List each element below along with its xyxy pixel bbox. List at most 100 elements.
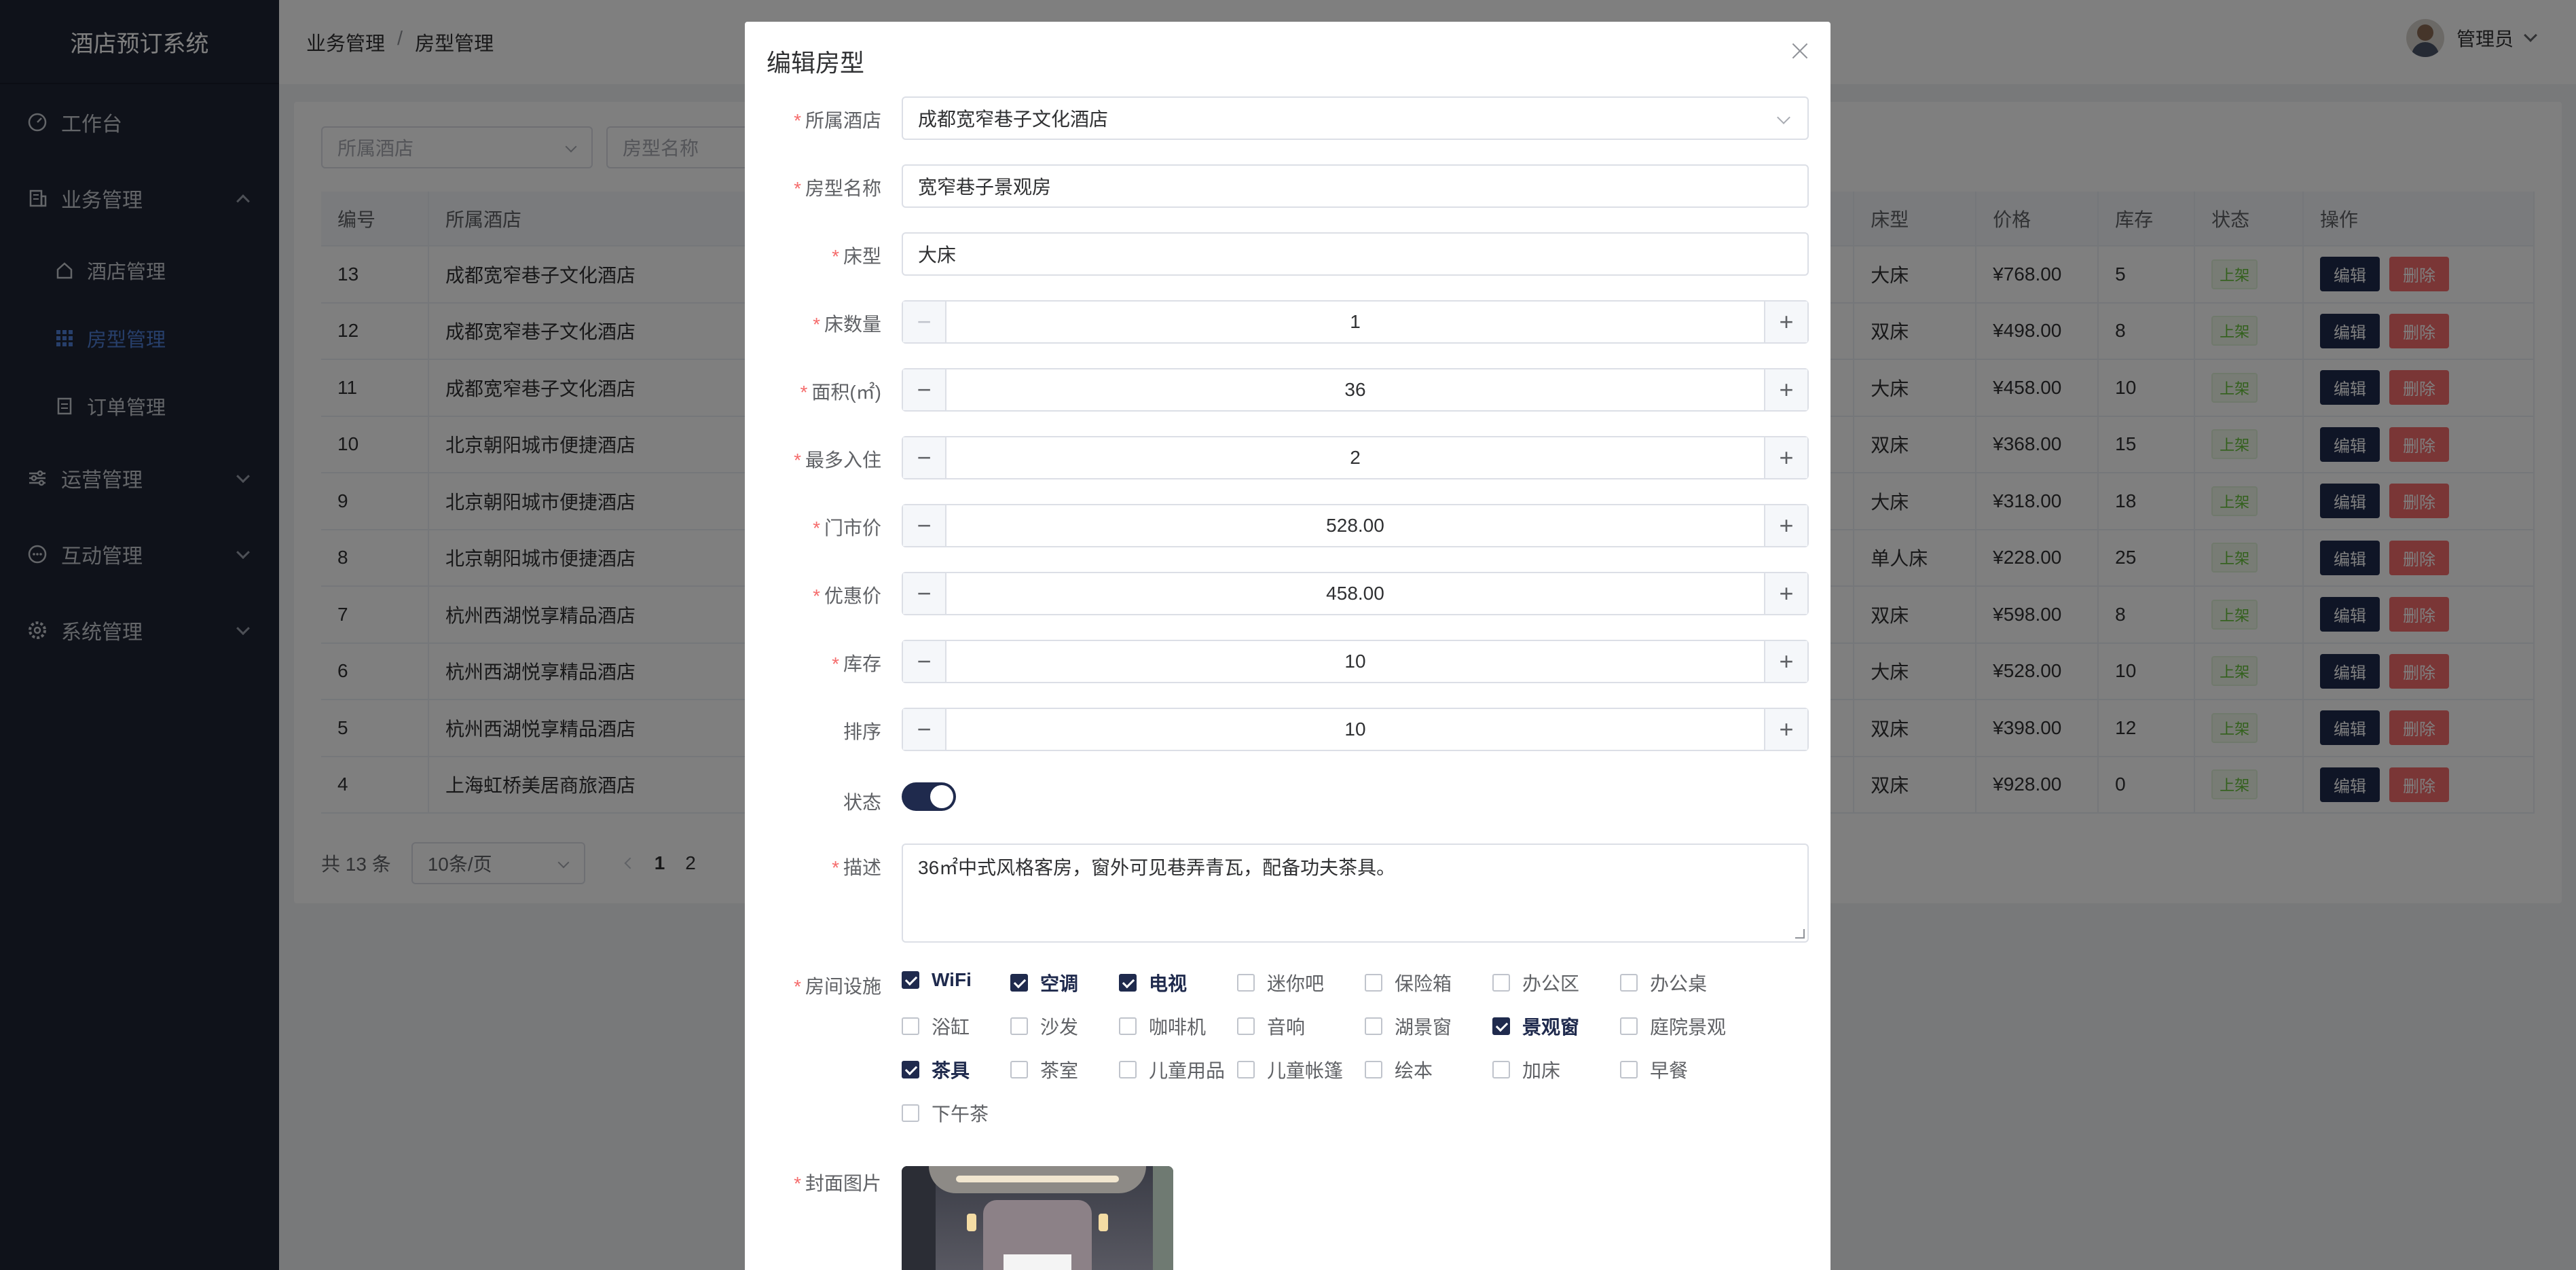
checkbox-checked-icon[interactable] [1119,974,1137,992]
stock-value[interactable]: 10 [946,641,1764,682]
amenity-label: 绘本 [1395,1060,1433,1081]
area-value[interactable]: 36 [946,369,1764,410]
dialog-title: 编辑房型 [767,49,865,77]
amenity-checkbox[interactable]: 早餐 [1620,1056,1688,1083]
amenity-checkbox[interactable]: 办公区 [1492,969,1579,996]
checkbox-empty-icon[interactable] [1237,974,1255,992]
amenity-checkbox[interactable]: 儿童帐篷 [1237,1056,1343,1083]
amenity-checkbox[interactable]: WiFi [902,969,972,991]
amenity-checkbox[interactable]: 办公桌 [1620,969,1707,996]
decrement-button[interactable]: − [903,505,946,546]
amenities-checkbox-group: WiFi 空调 电视 迷你吧 保险箱 办公区 办公桌浴缸 沙发 咖啡机 音响 湖景窗 景观窗 庭院景观茶… [902,969,1809,1139]
amenity-checkbox[interactable]: 茶具 [902,1056,970,1083]
decrement-button[interactable]: − [903,709,946,750]
decrement-button[interactable]: − [903,302,946,342]
checkbox-empty-icon[interactable] [1119,1061,1137,1078]
max-guests-stepper: − 2 + [902,436,1809,479]
checkbox-empty-icon[interactable] [1492,1061,1510,1078]
amenity-label: 音响 [1267,1017,1306,1038]
increment-button[interactable]: + [1764,709,1807,750]
checkbox-empty-icon[interactable] [1365,974,1382,992]
field-label: * 房型名称 [794,178,881,199]
amenity-label: 下午茶 [932,1104,989,1125]
amenity-checkbox[interactable]: 下午茶 [902,1100,989,1127]
bed-count-value[interactable]: 1 [946,302,1764,342]
increment-button[interactable]: + [1764,505,1807,546]
description-textarea[interactable]: 36㎡中式风格客房，窗外可见巷弄青瓦，配备功夫茶具。 [902,843,1809,943]
amenity-label: 浴缸 [932,1017,970,1038]
area-stepper: − 36 + [902,368,1809,412]
checkbox-empty-icon[interactable] [1620,1017,1638,1035]
amenity-label: 加床 [1522,1060,1561,1081]
increment-button[interactable]: + [1764,573,1807,614]
checkbox-empty-icon[interactable] [902,1017,919,1035]
sale-price-value[interactable]: 458.00 [946,573,1764,614]
increment-button[interactable]: + [1764,641,1807,682]
amenity-label: 茶室 [1040,1060,1079,1081]
room-name-input[interactable]: 宽窄巷子景观房 [902,164,1809,208]
amenity-checkbox[interactable]: 绘本 [1365,1056,1433,1083]
bed-type-value: 大床 [918,244,957,266]
amenity-checkbox[interactable]: 保险箱 [1365,969,1452,996]
hotel-select[interactable]: 成都宽窄巷子文化酒店 [902,96,1809,140]
amenity-label: 保险箱 [1395,973,1452,994]
checkbox-empty-icon[interactable] [1237,1061,1255,1078]
amenity-checkbox[interactable]: 音响 [1237,1013,1305,1040]
field-label: * 所属酒店 [794,110,881,131]
checkbox-empty-icon[interactable] [1620,974,1638,992]
amenity-checkbox[interactable]: 加床 [1492,1056,1560,1083]
sort-value[interactable]: 10 [946,709,1764,750]
market-price-value[interactable]: 528.00 [946,505,1764,546]
bed-type-input[interactable]: 大床 [902,232,1809,276]
checkbox-checked-icon[interactable] [902,1061,919,1078]
checkbox-empty-icon[interactable] [1365,1017,1382,1035]
description-value: 36㎡中式风格客房，窗外可见巷弄青瓦，配备功夫茶具。 [918,857,1396,878]
amenity-checkbox[interactable]: 电视 [1119,969,1187,996]
increment-button[interactable]: + [1764,302,1807,342]
market-price-stepper: − 528.00 + [902,504,1809,547]
sort-stepper: − 10 + [902,708,1809,751]
field-label: * 最多入住 [794,450,881,471]
amenity-checkbox[interactable]: 空调 [1010,969,1078,996]
stock-stepper: − 10 + [902,640,1809,683]
checkbox-checked-icon[interactable] [902,971,919,989]
amenity-label: 儿童帐篷 [1267,1060,1344,1081]
amenity-label: 迷你吧 [1267,973,1325,994]
decrement-button[interactable]: − [903,573,946,614]
amenity-checkbox[interactable]: 儿童用品 [1119,1056,1225,1083]
checkbox-empty-icon[interactable] [1620,1061,1638,1078]
cover-image[interactable] [902,1166,1173,1270]
status-toggle[interactable] [902,782,956,811]
amenity-label: 湖景窗 [1395,1017,1452,1038]
max-guests-value[interactable]: 2 [946,437,1764,478]
checkbox-empty-icon[interactable] [1365,1061,1382,1078]
edit-room-type-dialog: 编辑房型 * 所属酒店 成都宽窄巷子文化酒店 * 房型名称 宽窄巷子景观房 * 床型 … [745,22,1830,1270]
amenity-checkbox[interactable]: 浴缸 [902,1013,970,1040]
amenity-checkbox[interactable]: 庭院景观 [1620,1013,1726,1040]
checkbox-empty-icon[interactable] [1237,1017,1255,1035]
amenity-checkbox[interactable]: 茶室 [1010,1056,1078,1083]
checkbox-empty-icon[interactable] [1010,1061,1028,1078]
room-name-value: 宽窄巷子景观房 [918,177,1052,198]
checkbox-empty-icon[interactable] [1119,1017,1137,1035]
amenity-checkbox[interactable]: 湖景窗 [1365,1013,1452,1040]
checkbox-empty-icon[interactable] [1492,974,1510,992]
amenity-checkbox[interactable]: 迷你吧 [1237,969,1324,996]
amenity-checkbox[interactable]: 景观窗 [1492,1013,1579,1040]
checkbox-empty-icon[interactable] [902,1104,919,1122]
decrement-button[interactable]: − [903,369,946,410]
close-icon[interactable] [1790,41,1810,61]
decrement-button[interactable]: − [903,641,946,682]
amenity-checkbox[interactable]: 沙发 [1010,1013,1078,1040]
resize-handle-icon[interactable] [1795,929,1805,939]
bed-count-stepper: − 1 + [902,300,1809,344]
decrement-button[interactable]: − [903,437,946,478]
increment-button[interactable]: + [1764,369,1807,410]
amenity-label: 茶具 [932,1060,970,1081]
checkbox-checked-icon[interactable] [1492,1017,1510,1035]
increment-button[interactable]: + [1764,437,1807,478]
amenity-label: 儿童用品 [1149,1060,1226,1081]
amenity-checkbox[interactable]: 咖啡机 [1119,1013,1206,1040]
checkbox-checked-icon[interactable] [1010,974,1028,992]
checkbox-empty-icon[interactable] [1010,1017,1028,1035]
